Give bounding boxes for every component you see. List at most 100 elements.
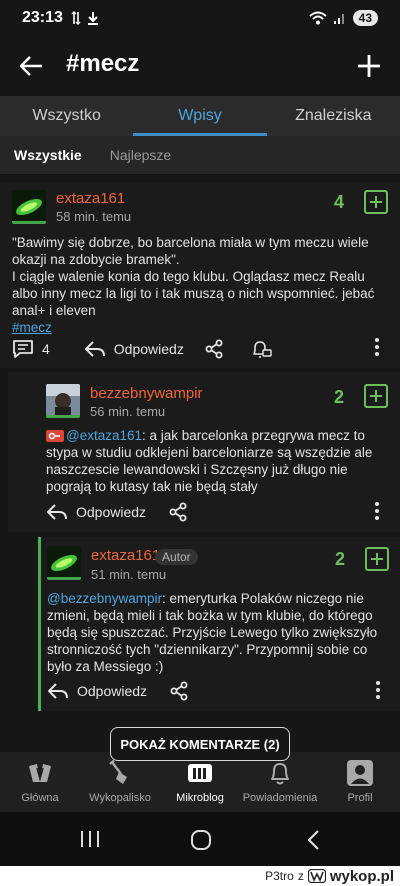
shovel-icon bbox=[106, 759, 134, 787]
entry-actions: 4 Odpowiedz bbox=[12, 338, 388, 360]
author-badge: Autor bbox=[155, 549, 198, 565]
reply-label: Odpowiedz bbox=[77, 683, 148, 699]
show-comments-button[interactable]: POKAŻ KOMENTARZE (2) bbox=[110, 727, 290, 761]
reply-button[interactable]: Odpowiedz bbox=[46, 502, 146, 522]
reply-icon bbox=[84, 341, 105, 357]
sort-tabs: Wszystkie Najlepsze bbox=[0, 136, 400, 174]
add-icon[interactable] bbox=[354, 51, 384, 81]
comment-card: bezzebnywampir 56 min. temu 2 @extaza161… bbox=[8, 372, 400, 532]
comment-score: 2 bbox=[335, 549, 346, 569]
comment-score: 2 bbox=[334, 387, 345, 407]
status-bar: 23:13 43 bbox=[0, 0, 400, 36]
comment-upvote-button[interactable] bbox=[364, 384, 388, 408]
reply-label: Odpowiedz bbox=[76, 504, 147, 520]
comment-username[interactable]: extaza161 bbox=[91, 547, 160, 564]
share-icon[interactable] bbox=[168, 502, 188, 522]
nav-item-mikroblog[interactable]: Mikroblog bbox=[160, 752, 240, 812]
nav-label: Mikroblog bbox=[176, 792, 224, 804]
entry-upvote-button[interactable] bbox=[364, 190, 388, 214]
avatar-image bbox=[46, 384, 80, 418]
nav-label: Powiadomienia bbox=[242, 792, 318, 804]
avatar-online-bar bbox=[47, 577, 81, 580]
comments-icon bbox=[13, 340, 33, 358]
share-icon[interactable] bbox=[204, 339, 224, 359]
watermark-footer: P3tro z wykop.pl bbox=[0, 866, 400, 886]
status-time: 23:13 bbox=[22, 9, 63, 26]
entry-text-2: I ciągle walenie konia do tego klubu. Og… bbox=[12, 269, 375, 318]
comment-card-author: extaza161 Autor 51 min. temu 2 @bezzebny… bbox=[38, 537, 400, 711]
avatar-online-bar bbox=[46, 415, 80, 418]
more-options-icon[interactable] bbox=[375, 681, 381, 701]
comment-actions: Odpowiedz bbox=[47, 681, 387, 701]
subtab-najlepsze[interactable]: Najlepsze bbox=[110, 147, 171, 163]
entry-tag[interactable]: #mecz bbox=[12, 319, 388, 336]
avatar[interactable] bbox=[12, 190, 46, 224]
comment-body: @bezzebnywampir: emeryturka Polaków nicz… bbox=[47, 590, 387, 675]
reply-button[interactable]: Odpowiedz bbox=[84, 339, 184, 359]
nav-label: Profil bbox=[347, 792, 373, 804]
status-right-icons: 43 bbox=[308, 10, 378, 26]
recent-apps-icon[interactable] bbox=[78, 829, 102, 849]
phone-screen: 23:13 43 #mecz Wszystko Wpisy Znaleziska… bbox=[0, 0, 400, 866]
avatar-online-bar bbox=[12, 221, 46, 224]
entry-username[interactable]: extaza161 bbox=[56, 190, 125, 207]
more-options-icon[interactable] bbox=[374, 338, 380, 358]
tab-znaleziska[interactable]: Znaleziska bbox=[267, 96, 400, 136]
comment-count: 4 bbox=[42, 341, 50, 357]
avatar-image bbox=[12, 190, 46, 224]
reply-icon bbox=[47, 504, 67, 520]
entry-time: 58 min. temu bbox=[56, 209, 132, 224]
download-icon bbox=[87, 12, 98, 25]
home-circle-icon[interactable] bbox=[190, 829, 212, 851]
back-chevron-icon[interactable] bbox=[306, 829, 322, 851]
tab-wpisy[interactable]: Wpisy bbox=[133, 96, 267, 136]
comment-time: 51 min. temu bbox=[91, 567, 167, 582]
nav-label: Główna bbox=[21, 792, 59, 804]
subtab-wszystkie[interactable]: Wszystkie bbox=[14, 147, 82, 163]
wykop-logo-icon bbox=[307, 869, 326, 883]
tab-wszystko[interactable]: Wszystko bbox=[0, 96, 133, 136]
back-arrow-icon[interactable] bbox=[18, 52, 46, 80]
reply-icon bbox=[48, 683, 68, 699]
entry-card: extaza161 58 min. temu 4 "Bawimy się dob… bbox=[0, 182, 400, 368]
nav-item-profil[interactable]: Profil bbox=[320, 752, 400, 812]
battery-indicator: 43 bbox=[352, 10, 378, 26]
comment-username[interactable]: bezzebnywampir bbox=[90, 385, 203, 402]
bell-icon bbox=[266, 759, 294, 787]
page-title: #mecz bbox=[66, 50, 140, 77]
system-navigation-bar bbox=[0, 812, 400, 866]
nav-item-glowna[interactable]: Główna bbox=[0, 752, 80, 812]
comment-body: @extaza161: a jak barcelonka przegrywa m… bbox=[46, 427, 388, 495]
reply-button[interactable]: Odpowiedz bbox=[47, 681, 147, 701]
watermark-brand: wykop.pl bbox=[329, 867, 394, 885]
comments-button[interactable]: 4 bbox=[12, 339, 50, 359]
reply-link-icon bbox=[46, 430, 64, 442]
watermark-user: P3tro bbox=[265, 869, 294, 883]
avatar[interactable] bbox=[47, 546, 81, 580]
nav-label: Wykopalisko bbox=[89, 792, 151, 804]
home-w-icon bbox=[26, 759, 54, 787]
profile-icon bbox=[346, 759, 374, 787]
nav-item-wykopalisko[interactable]: Wykopalisko bbox=[80, 752, 160, 812]
share-icon[interactable] bbox=[169, 681, 189, 701]
wifi-icon bbox=[308, 11, 327, 25]
comment-time: 56 min. temu bbox=[90, 404, 166, 419]
nav-item-powiadomienia[interactable]: Powiadomienia bbox=[240, 752, 320, 812]
notification-bell-icon[interactable] bbox=[250, 338, 272, 360]
status-left-icons bbox=[71, 11, 99, 25]
avatar[interactable] bbox=[46, 384, 80, 418]
more-options-icon[interactable] bbox=[374, 502, 380, 522]
signal-icon bbox=[333, 14, 344, 24]
comment-actions: Odpowiedz bbox=[46, 502, 388, 522]
entry-score: 4 bbox=[334, 192, 345, 212]
comment-mention[interactable]: @extaza161 bbox=[66, 428, 142, 443]
watermark-separator: z bbox=[297, 869, 304, 883]
content-tabs: Wszystko Wpisy Znaleziska bbox=[0, 96, 400, 136]
bottom-navigation: Główna Wykopalisko Mikroblog Powiadomien… bbox=[0, 752, 400, 812]
avatar-image bbox=[47, 546, 81, 580]
entry-body: "Bawimy się dobrze, bo barcelona miała w… bbox=[12, 234, 388, 336]
comment-mention[interactable]: @bezzebnywampir bbox=[47, 591, 162, 606]
comment-upvote-button[interactable] bbox=[365, 547, 389, 571]
mikroblog-icon bbox=[186, 759, 214, 787]
entry-text-1: "Bawimy się dobrze, bo barcelona miała w… bbox=[12, 235, 369, 267]
